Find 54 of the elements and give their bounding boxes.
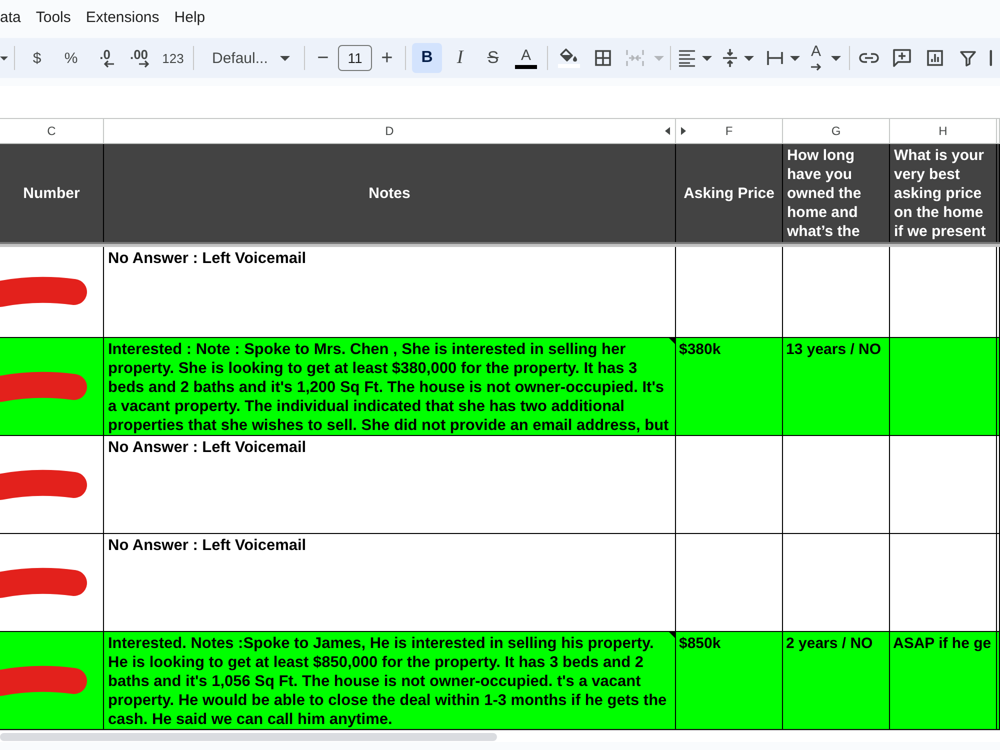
caret-icon <box>0 56 8 60</box>
currency-button[interactable]: $ <box>23 43 51 73</box>
comment-plus-icon <box>892 48 912 68</box>
filter-icon <box>959 49 977 67</box>
percent-button[interactable]: % <box>57 43 85 73</box>
column-letter[interactable]: H <box>890 119 997 143</box>
grid-icon <box>594 49 612 67</box>
right-arrow-icon <box>138 60 150 68</box>
menu-item[interactable]: Extensions <box>78 8 167 28</box>
menu-item[interactable]: Help <box>166 8 213 28</box>
column-letter[interactable]: G <box>783 119 890 143</box>
caret-icon <box>790 56 800 60</box>
align-left-icon <box>678 49 696 67</box>
horizontal-scrollbar[interactable] <box>0 730 1000 742</box>
table-cell: 13 years / NO <box>783 338 890 435</box>
strikethrough-button[interactable]: S <box>478 43 508 73</box>
bar-chart-icon <box>926 49 944 67</box>
left-arrow-icon <box>103 60 115 68</box>
caret-icon <box>280 56 290 60</box>
column-letter[interactable]: C <box>0 119 104 143</box>
merge-icon <box>625 49 645 67</box>
menu-item[interactable]: Tools <box>28 8 78 28</box>
right-triangle-icon[interactable] <box>681 127 686 135</box>
text-rotation-button[interactable]: A <box>807 43 847 73</box>
bold-button[interactable]: B <box>412 43 442 73</box>
font-size-field[interactable]: 11 <box>338 45 372 71</box>
right-arrow-icon <box>810 63 822 71</box>
table-cell: 2 years / NO <box>783 632 890 729</box>
table-cell: No Answer : Left Voicemail <box>104 436 676 533</box>
caret-icon <box>654 56 664 60</box>
caret-icon <box>702 56 712 60</box>
left-triangle-icon[interactable] <box>665 127 670 135</box>
decrease-size-button[interactable]: − <box>311 43 335 73</box>
increase-decimal-button[interactable]: .00 <box>125 43 153 73</box>
caret-icon <box>744 56 754 60</box>
table-cell: No Answer : Left Voicemail <box>104 247 676 337</box>
increase-size-button[interactable]: + <box>375 43 399 73</box>
font-menu[interactable]: Defaul... <box>200 43 298 73</box>
vertical-bar-icon <box>989 49 993 67</box>
table-cell: ASAP if he ge <box>890 632 997 729</box>
caret-icon <box>831 56 841 60</box>
paint-bucket-icon <box>559 48 579 63</box>
vertical-align-icon <box>722 48 738 68</box>
table-cell: $850k <box>676 632 783 729</box>
text-wrap-icon <box>766 49 784 67</box>
italic-button[interactable]: I <box>445 43 475 73</box>
scrollbar-thumb[interactable] <box>0 732 497 740</box>
menu-item[interactable]: ata <box>0 8 28 28</box>
number-format-button[interactable]: 123 <box>159 43 187 73</box>
table-cell: No Answer : Left Voicemail <box>104 534 676 631</box>
link-icon <box>858 52 880 64</box>
text-color-button[interactable]: A <box>511 43 541 73</box>
table-cell: $380k <box>676 338 783 435</box>
decrease-decimal-button[interactable]: .0 <box>91 43 119 73</box>
